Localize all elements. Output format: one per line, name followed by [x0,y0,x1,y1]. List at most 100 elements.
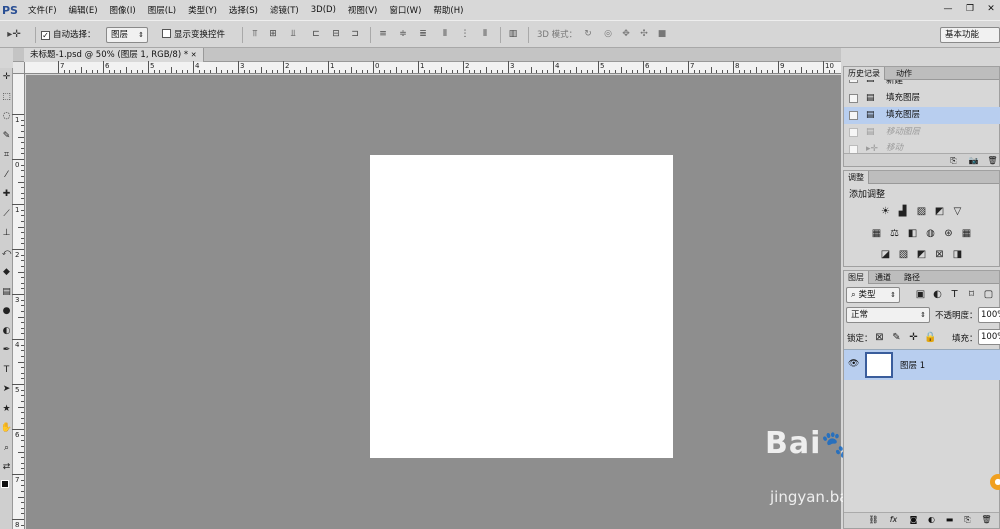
menu-select[interactable]: 选择(S) [223,4,264,16]
tab-channels[interactable]: 通道 [871,271,895,284]
menu-image[interactable]: 图像(I) [104,4,142,16]
auto-select-dropdown[interactable]: 图层 ⇕ [106,27,148,43]
fill-input[interactable]: 100% [978,329,1000,345]
distribute-top-icon[interactable]: ≡ [378,29,388,40]
visibility-eye-icon[interactable]: 👁 [848,359,859,369]
history-checkbox[interactable] [849,111,858,120]
menu-edit[interactable]: 编辑(E) [63,4,104,16]
history-checkbox[interactable] [849,128,858,137]
photo-filter-icon[interactable]: ◍ [924,228,937,239]
layer-style-icon[interactable]: fx [888,514,899,525]
menu-layer[interactable]: 图层(L) [142,4,182,16]
gradient-tool-icon[interactable]: ▤ [0,283,13,303]
move-tool-preset-icon[interactable]: ▸✛ [4,29,24,40]
vertical-ruler[interactable]: 1 0 1 2 3 4 5 6 7 8 [12,74,25,529]
trash-icon[interactable]: 🗑 [981,514,992,525]
ruler-origin[interactable] [13,62,25,74]
3d-rotate-icon[interactable]: ↻ [583,29,593,40]
layer-row[interactable]: 👁 图层 1 [844,349,1000,380]
snapshot-icon[interactable]: 📷 [968,155,979,166]
workspace-dropdown[interactable]: 基本功能 [940,27,1000,43]
lock-position-icon[interactable]: ✛ [907,332,920,343]
threshold-icon[interactable]: ◩ [915,249,928,260]
align-top-icon[interactable]: ⫪ [250,29,260,40]
vibrance-icon[interactable]: ▽ [951,206,964,217]
foreground-color[interactable] [1,479,9,488]
menu-help[interactable]: 帮助(H) [427,4,469,16]
align-vcenter-icon[interactable]: ⊞ [268,29,278,40]
filter-pixel-icon[interactable]: ▣ [914,289,927,300]
filter-type-icon[interactable]: T [948,289,961,300]
restore-button[interactable]: ❐ [962,2,978,16]
color-balance-icon[interactable]: ⚖ [888,228,901,239]
layer-filter-dropdown[interactable]: ⌕ 类型 ⇕ [846,287,900,303]
menu-view[interactable]: 视图(V) [342,4,383,16]
blur-tool-icon[interactable]: ● [0,302,13,322]
layer-name[interactable]: 图层 1 [900,359,925,371]
menu-file[interactable]: 文件(F) [22,4,63,16]
menu-filter[interactable]: 滤镜(T) [264,4,305,16]
tab-actions[interactable]: 动作 [892,67,916,80]
type-tool-icon[interactable]: T [0,361,13,381]
3d-roll-icon[interactable]: ◎ [603,29,613,40]
black-white-icon[interactable]: ◧ [906,228,919,239]
tab-layers[interactable]: 图层 [844,271,869,284]
filter-adjustment-icon[interactable]: ◐ [931,289,944,300]
distribute-right-icon[interactable]: ⫴ [480,29,490,40]
shape-tool-icon[interactable]: ★ [0,400,13,420]
gradient-map-icon[interactable]: ⊠ [933,249,946,260]
distribute-bottom-icon[interactable]: ≣ [418,29,428,40]
blend-mode-dropdown[interactable]: 正常 ⇕ [846,307,930,323]
menu-3d[interactable]: 3D(D) [305,5,342,15]
trash-icon[interactable]: 🗑 [987,155,998,166]
tab-adjustments[interactable]: 调整 [844,171,869,184]
marquee-tool-icon[interactable]: ⬚ [0,88,13,108]
hue-saturation-icon[interactable]: ▦ [870,228,883,239]
tab-history[interactable]: 历史记录 [844,67,885,80]
filter-smart-object-icon[interactable]: ▢ [982,289,995,300]
distribute-hcenter-icon[interactable]: ⋮ [460,29,470,40]
history-row[interactable]: ▤ 新建 [844,80,1000,90]
crop-tool-icon[interactable]: ⌗ [0,146,13,166]
exposure-icon[interactable]: ◩ [933,206,946,217]
tab-paths[interactable]: 路径 [900,271,924,284]
show-transform-checkbox[interactable]: 显示变换控件 [162,28,225,42]
levels-icon[interactable]: ▟ [896,206,909,217]
history-checkbox[interactable] [849,145,858,153]
brush-tool-icon[interactable]: ⟋ [0,205,13,225]
new-group-icon[interactable]: ▬ [944,514,955,525]
selective-color-icon[interactable]: ◨ [951,249,964,260]
history-row[interactable]: ▤ 移动图层 [844,124,1000,141]
eraser-tool-icon[interactable]: ◆ [0,263,13,283]
align-right-icon[interactable]: ⊐ [350,29,360,40]
brightness-icon[interactable]: ☀ [879,206,892,217]
link-layers-icon[interactable]: ⛓ [868,514,879,525]
document-canvas[interactable] [370,155,673,458]
canvas-area[interactable] [26,75,841,529]
lock-all-icon[interactable]: 🔒 [924,332,937,343]
document-tab[interactable]: 未标题-1.psd @ 50% (图层 1, RGB/8) * ✕ [24,48,204,62]
path-select-tool-icon[interactable]: ➤ [0,380,13,400]
new-layer-icon[interactable]: ⎘ [962,514,973,525]
3d-slide-icon[interactable]: ✣ [639,29,649,40]
auto-align-icon[interactable]: ▥ [508,29,518,40]
filter-shape-icon[interactable]: ⌑ [965,289,978,300]
auto-select-checkbox[interactable]: ✓ 自动选择： [41,28,96,42]
distribute-vcenter-icon[interactable]: ≑ [398,29,408,40]
menu-window[interactable]: 窗口(W) [383,4,427,16]
notification-badge-icon[interactable]: ● [990,474,1000,490]
color-swatches[interactable] [0,478,13,498]
align-left-icon[interactable]: ⊏ [311,29,321,40]
healing-brush-tool-icon[interactable]: ✚ [0,185,13,205]
history-checkbox[interactable] [849,94,858,103]
close-button[interactable]: ✕ [983,2,999,16]
align-bottom-icon[interactable]: ⫫ [288,29,298,40]
distribute-left-icon[interactable]: ⦀ [440,29,450,40]
3d-pan-icon[interactable]: ✥ [621,29,631,40]
minimize-button[interactable]: — [940,2,956,16]
clone-stamp-tool-icon[interactable]: ⊥ [0,224,13,244]
horizontal-ruler[interactable]: 7 6 5 4 3 2 1 0 1 2 3 4 5 6 7 8 9 10 [25,61,841,74]
3d-scale-icon[interactable]: ■ [657,29,667,40]
zoom-tool-icon[interactable]: ⌕ [0,439,13,459]
pen-tool-icon[interactable]: ✒ [0,341,13,361]
